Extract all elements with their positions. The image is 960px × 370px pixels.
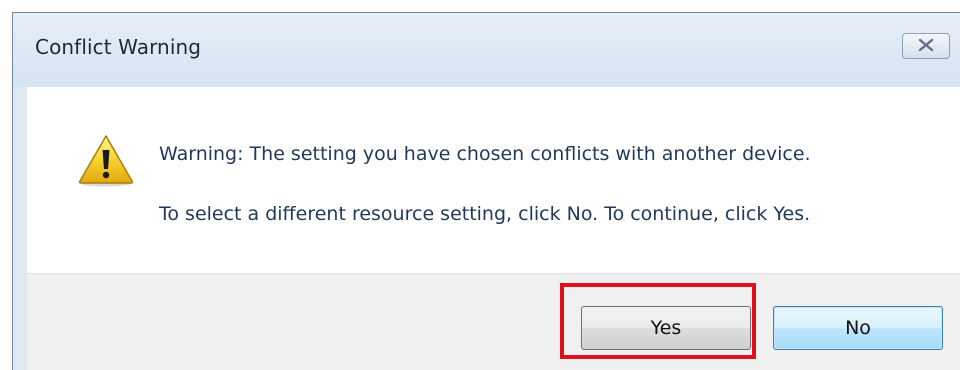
instruction-message: To select a different resource setting, … bbox=[159, 203, 811, 225]
yes-button[interactable]: Yes bbox=[581, 306, 751, 350]
warning-message: Warning: The setting you have chosen con… bbox=[159, 143, 811, 165]
button-bar: Yes No bbox=[27, 273, 960, 370]
close-icon bbox=[915, 37, 937, 56]
dialog-title: Conflict Warning bbox=[35, 35, 202, 59]
warning-icon bbox=[77, 133, 135, 187]
no-button[interactable]: No bbox=[773, 306, 943, 350]
message-area: Warning: The setting you have chosen con… bbox=[27, 87, 960, 273]
close-button[interactable] bbox=[902, 33, 950, 59]
dialog-window: Conflict Warning Warning: The setting yo… bbox=[12, 12, 960, 370]
title-bar: Conflict Warning bbox=[13, 13, 960, 87]
